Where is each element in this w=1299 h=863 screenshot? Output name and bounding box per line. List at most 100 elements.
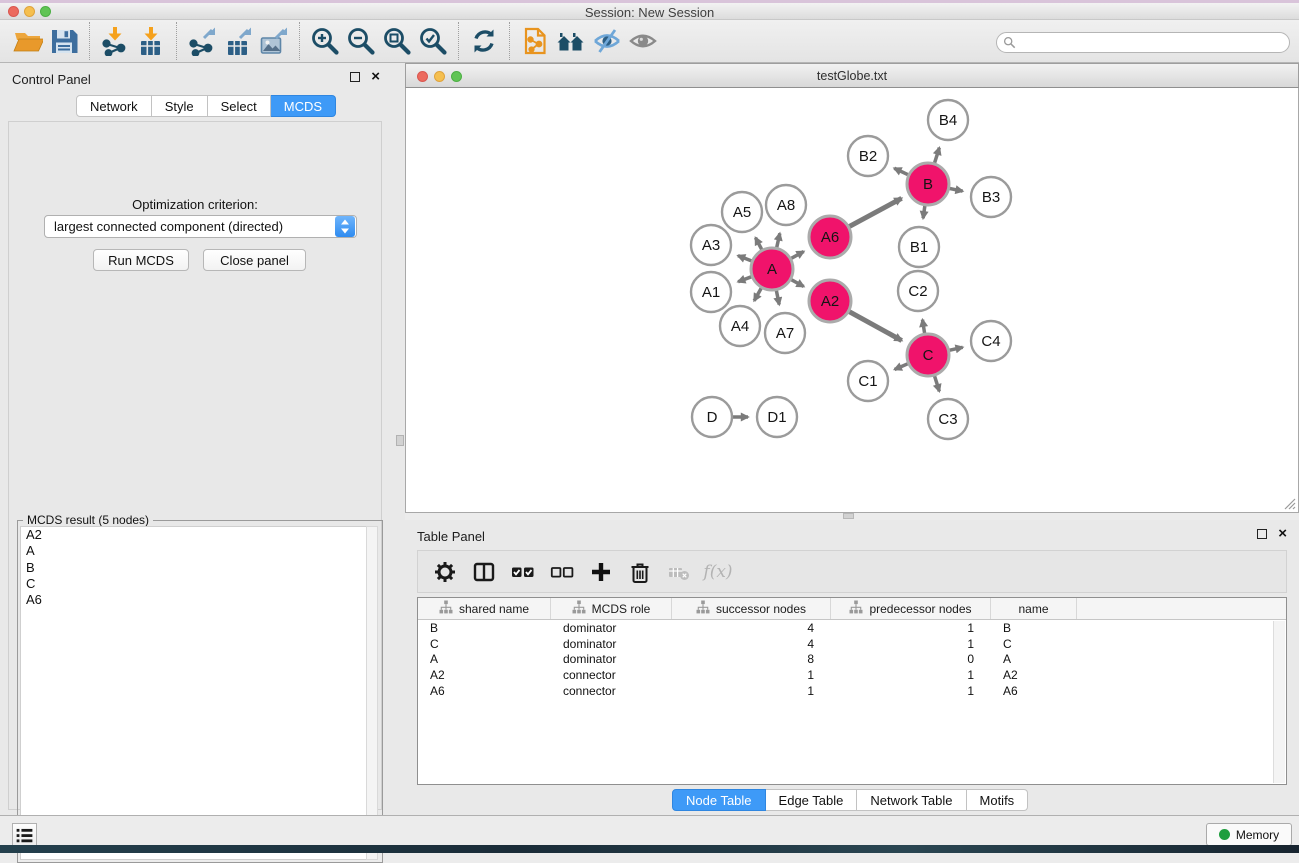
deselect-all-icon[interactable] <box>549 559 575 585</box>
float-panel-icon[interactable] <box>1257 529 1267 539</box>
houses-icon[interactable] <box>553 23 589 59</box>
graph-node-C2[interactable]: C2 <box>898 271 938 311</box>
result-list-item[interactable]: A6 <box>21 592 367 608</box>
result-list-item[interactable]: C <box>21 576 367 592</box>
toolbar-separator <box>458 22 459 60</box>
graph-node-C3[interactable]: C3 <box>928 399 968 439</box>
export-image-icon[interactable] <box>256 23 292 59</box>
tab-mcds[interactable]: MCDS <box>271 95 336 117</box>
graph-node-A2[interactable]: A2 <box>809 280 851 322</box>
tab-network[interactable]: Network <box>76 95 152 117</box>
graph-node-A3[interactable]: A3 <box>691 225 731 265</box>
graph-node-D[interactable]: D <box>692 397 732 437</box>
vertical-split-divider[interactable] <box>390 63 405 815</box>
result-list-scrollbar[interactable] <box>366 526 378 860</box>
column-header-name[interactable]: name <box>991 598 1077 619</box>
save-icon[interactable] <box>46 23 82 59</box>
graph-node-B[interactable]: B <box>907 163 949 205</box>
tab-edge-table[interactable]: Edge Table <box>766 789 858 811</box>
columns-icon[interactable] <box>471 559 497 585</box>
table-row[interactable]: A6connector11A6 <box>418 683 1286 699</box>
graph-edge-C-C3[interactable] <box>934 374 939 391</box>
graph-node-A1[interactable]: A1 <box>691 272 731 312</box>
graph-node-A6[interactable]: A6 <box>809 216 851 258</box>
network-window-titlebar[interactable]: testGlobe.txt <box>405 63 1299 88</box>
table-scrollbar[interactable] <box>1273 621 1285 783</box>
close-panel-button[interactable]: Close panel <box>203 249 306 271</box>
close-panel-icon[interactable]: × <box>371 68 380 86</box>
graph-node-B2[interactable]: B2 <box>848 136 888 176</box>
tab-select[interactable]: Select <box>208 95 271 117</box>
graph-node-C[interactable]: C <box>907 334 949 376</box>
toolbar-separator <box>89 22 90 60</box>
result-list-item[interactable]: A2 <box>21 527 367 543</box>
zoom-fit-icon[interactable] <box>379 23 415 59</box>
graph-node-A4[interactable]: A4 <box>720 306 760 346</box>
zoom-out-icon[interactable] <box>343 23 379 59</box>
memory-button[interactable]: Memory <box>1206 823 1292 846</box>
result-list-item[interactable]: A <box>21 543 367 559</box>
table-body: Bdominator41BCdominator41CAdominator80AA… <box>418 620 1286 698</box>
close-panel-icon[interactable]: × <box>1278 525 1287 543</box>
column-label: shared name <box>459 602 529 616</box>
table-row[interactable]: Bdominator41B <box>418 620 1286 636</box>
tab-node-table[interactable]: Node Table <box>672 789 766 811</box>
graph-node-A[interactable]: A <box>751 248 793 290</box>
mcds-result-list[interactable]: A2ABCA6 <box>20 526 368 860</box>
column-header-successor-nodes[interactable]: successor nodes <box>672 598 831 619</box>
tab-motifs[interactable]: Motifs <box>967 789 1029 811</box>
graph-node-A5[interactable]: A5 <box>722 192 762 232</box>
table-row[interactable]: A2connector11A2 <box>418 667 1286 683</box>
tab-style[interactable]: Style <box>152 95 208 117</box>
graph-node-C1[interactable]: C1 <box>848 361 888 401</box>
table-cell: 1 <box>831 621 991 635</box>
document-share-icon[interactable] <box>517 23 553 59</box>
graph-node-B3[interactable]: B3 <box>971 177 1011 217</box>
graph-edge-A6-B[interactable] <box>848 198 902 227</box>
eye-slash-icon[interactable] <box>589 23 625 59</box>
result-list-item[interactable]: B <box>21 560 367 576</box>
run-mcds-button[interactable]: Run MCDS <box>93 249 189 271</box>
table-row[interactable]: Adominator80A <box>418 651 1286 667</box>
table-panel: Table Panel × f(x) shared nameMCDS roles… <box>405 520 1299 815</box>
task-history-button[interactable] <box>12 823 37 847</box>
delete-icon[interactable] <box>627 559 653 585</box>
network-canvas[interactable]: B4 B2 B B3 A8A5 A6 A3 B1 A C2 A1 A2 A4A7 C4 C C1 D D1 C3 <box>405 88 1299 513</box>
tab-network-table[interactable]: Network Table <box>857 789 966 811</box>
export-table-icon[interactable] <box>220 23 256 59</box>
table-row[interactable]: Cdominator41C <box>418 636 1286 652</box>
graph-node-B1[interactable]: B1 <box>899 227 939 267</box>
zoom-in-icon[interactable] <box>307 23 343 59</box>
export-network-icon[interactable] <box>184 23 220 59</box>
optimization-criterion-select[interactable]: largest connected component (directed) <box>44 215 357 238</box>
add-icon[interactable] <box>588 559 614 585</box>
column-header-MCDS-role[interactable]: MCDS role <box>551 598 672 619</box>
search-input[interactable] <box>996 32 1290 53</box>
zoom-selected-icon[interactable] <box>415 23 451 59</box>
import-network-icon[interactable] <box>97 23 133 59</box>
mcds-result-title: MCDS result (5 nodes) <box>23 513 153 527</box>
column-header-predecessor-nodes[interactable]: predecessor nodes <box>831 598 991 619</box>
graph-node-D1[interactable]: D1 <box>757 397 797 437</box>
float-panel-icon[interactable] <box>350 72 360 82</box>
select-all-icon[interactable] <box>510 559 536 585</box>
gear-icon[interactable] <box>432 559 458 585</box>
control-panel-header: Control Panel × <box>0 63 390 93</box>
graph-edge-B-B4[interactable] <box>934 148 939 165</box>
graph-node-A7[interactable]: A7 <box>765 313 805 353</box>
graph-edge-A2-C[interactable] <box>848 311 902 341</box>
graph-edge-B-B2[interactable] <box>894 168 910 175</box>
node-label: B <box>923 176 933 193</box>
graph-node-C4[interactable]: C4 <box>971 321 1011 361</box>
column-header-shared-name[interactable]: shared name <box>418 598 551 619</box>
refresh-icon[interactable] <box>466 23 502 59</box>
graph-node-A8[interactable]: A8 <box>766 185 806 225</box>
shared-column-icon <box>572 600 586 617</box>
graph-node-B4[interactable]: B4 <box>928 100 968 140</box>
resize-grip-icon[interactable] <box>1283 497 1296 510</box>
eye-icon[interactable] <box>625 23 661 59</box>
horizontal-split-handle[interactable] <box>843 513 854 519</box>
split-divider-handle[interactable] <box>396 435 404 446</box>
import-table-icon[interactable] <box>133 23 169 59</box>
open-folder-icon[interactable] <box>10 23 46 59</box>
